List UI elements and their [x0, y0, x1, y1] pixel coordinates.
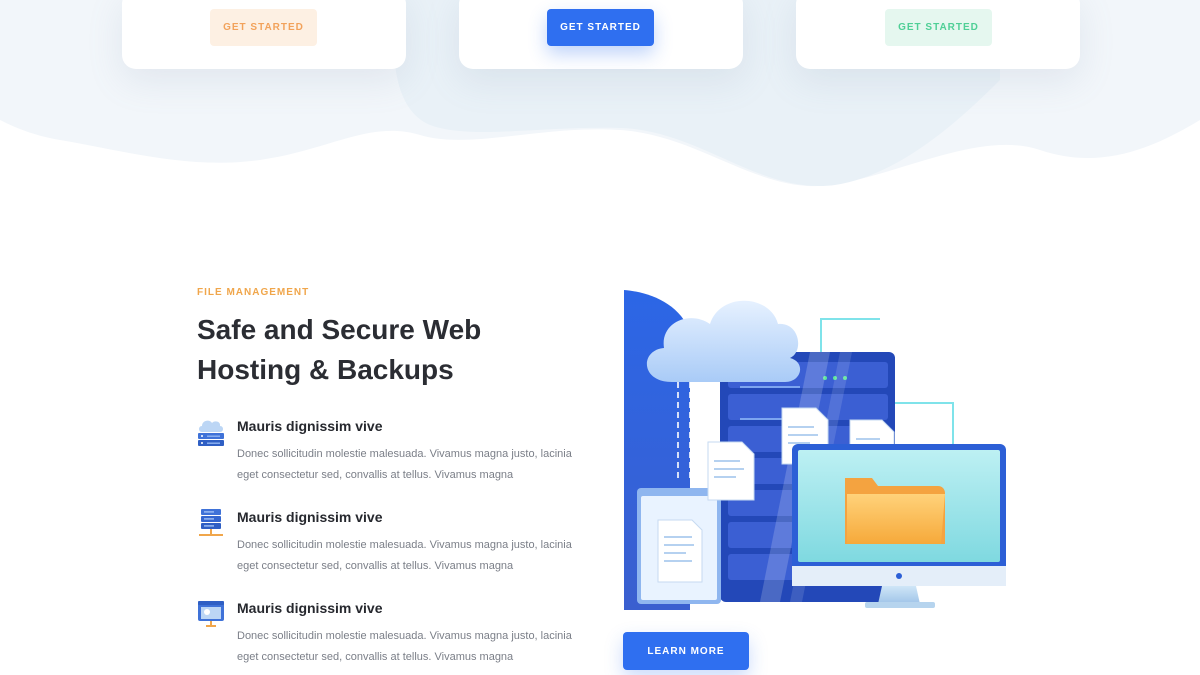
pricing-card-3: GET STARTED	[796, 0, 1080, 69]
feature-description: Donec sollicitudin molestie malesuada. V…	[237, 448, 572, 481]
get-started-button[interactable]: GET STARTED	[210, 9, 317, 46]
file-management-illustration	[624, 290, 1006, 610]
feature-title: Mauris dignissim vive	[237, 418, 383, 434]
browser-window-icon	[198, 601, 224, 627]
pricing-card-1: GET STARTED	[122, 0, 406, 69]
section-eyebrow: FILE MANAGEMENT	[197, 287, 310, 298]
get-started-button[interactable]: GET STARTED	[547, 9, 654, 46]
section-headline: Safe and Secure Web Hosting & Backups	[197, 314, 482, 385]
pricing-card-2: GET STARTED	[459, 0, 743, 69]
feature-description: Donec sollicitudin molestie malesuada. V…	[237, 630, 572, 663]
feature-description: Donec sollicitudin molestie malesuada. V…	[237, 539, 572, 572]
server-rack-icon	[199, 509, 223, 536]
learn-more-button[interactable]: LEARN MORE	[623, 632, 749, 670]
get-started-button[interactable]: GET STARTED	[885, 9, 992, 46]
feature-title: Mauris dignissim vive	[237, 600, 383, 616]
feature-title: Mauris dignissim vive	[237, 509, 383, 525]
cloud-server-icon	[198, 420, 224, 446]
